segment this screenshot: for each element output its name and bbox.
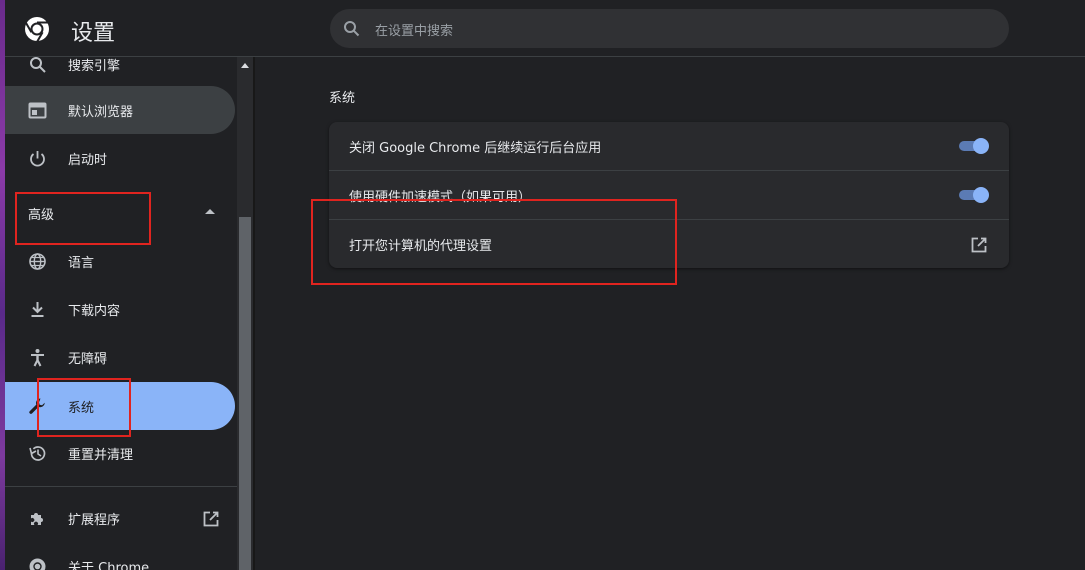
header: 设置 在设置中搜索 — [5, 0, 1085, 57]
open-in-new-icon[interactable] — [202, 510, 220, 528]
setting-label: 关闭 Google Chrome 后继续运行后台应用 — [349, 141, 602, 156]
sidebar-item-label: 搜索引擎 — [68, 59, 121, 74]
panel-divider — [253, 57, 255, 570]
sidebar: 搜索引擎 默认浏览器 启动时 高级 语言 下载内容 无障碍 系统 重置并清理 扩… — [5, 57, 237, 570]
annotation-box-advanced — [15, 192, 151, 245]
sidebar-item-accessibility[interactable]: 无障碍 — [5, 333, 235, 381]
download-icon — [31, 302, 44, 317]
chevron-up-icon — [205, 209, 215, 214]
search-icon — [344, 21, 360, 37]
sidebar-item-label: 重置并清理 — [68, 448, 134, 463]
scroll-up-arrow-icon[interactable] — [241, 63, 249, 68]
sidebar-item-label: 启动时 — [68, 153, 108, 168]
chrome-logo-icon — [25, 17, 49, 42]
open-in-new-icon[interactable] — [970, 236, 988, 254]
chrome-icon — [29, 558, 46, 570]
search-input[interactable]: 在设置中搜索 — [375, 20, 453, 39]
browser-icon — [28, 102, 47, 119]
history-icon — [29, 446, 46, 461]
hardware-acceleration-toggle[interactable] — [957, 187, 989, 203]
toggle-knob — [973, 138, 989, 154]
power-icon — [30, 151, 45, 167]
page-title: 设置 — [71, 21, 116, 46]
sidebar-item-label: 语言 — [68, 256, 95, 271]
sidebar-item-label: 下载内容 — [68, 304, 121, 319]
sidebar-item-downloads[interactable]: 下载内容 — [5, 285, 235, 333]
sidebar-divider — [5, 486, 237, 487]
globe-icon — [29, 253, 46, 270]
sidebar-item-label: 扩展程序 — [68, 513, 121, 528]
sidebar-item-default-browser[interactable]: 默认浏览器 — [5, 86, 235, 134]
sidebar-scrollbar[interactable] — [237, 57, 253, 570]
puzzle-icon — [31, 513, 43, 525]
sidebar-item-search-engine[interactable]: 搜索引擎 — [5, 57, 235, 88]
section-title: 系统 — [329, 91, 356, 106]
toggle-knob — [973, 187, 989, 203]
search-icon — [30, 57, 46, 73]
sidebar-item-label: 无障碍 — [68, 352, 108, 367]
annotation-box-proxy — [311, 199, 677, 285]
accessibility-icon — [31, 349, 44, 367]
setting-row-background-apps[interactable]: 关闭 Google Chrome 后继续运行后台应用 — [329, 122, 1009, 170]
sidebar-item-on-startup[interactable]: 启动时 — [5, 134, 235, 182]
scrollbar-thumb[interactable] — [239, 217, 251, 570]
search-box[interactable]: 在设置中搜索 — [330, 9, 1009, 48]
settings-window: 设置 在设置中搜索 搜索引擎 默认浏览器 启动时 高级 语言 下载内容 无障碍 … — [0, 0, 1085, 570]
sidebar-item-label: 默认浏览器 — [68, 105, 134, 120]
background-apps-toggle[interactable] — [957, 138, 989, 154]
sidebar-item-label: 关于 Chrome — [68, 561, 150, 570]
sidebar-item-extensions[interactable]: 扩展程序 — [5, 494, 235, 542]
annotation-box-system — [37, 378, 131, 437]
sidebar-item-about-chrome[interactable]: 关于 Chrome — [5, 542, 235, 570]
